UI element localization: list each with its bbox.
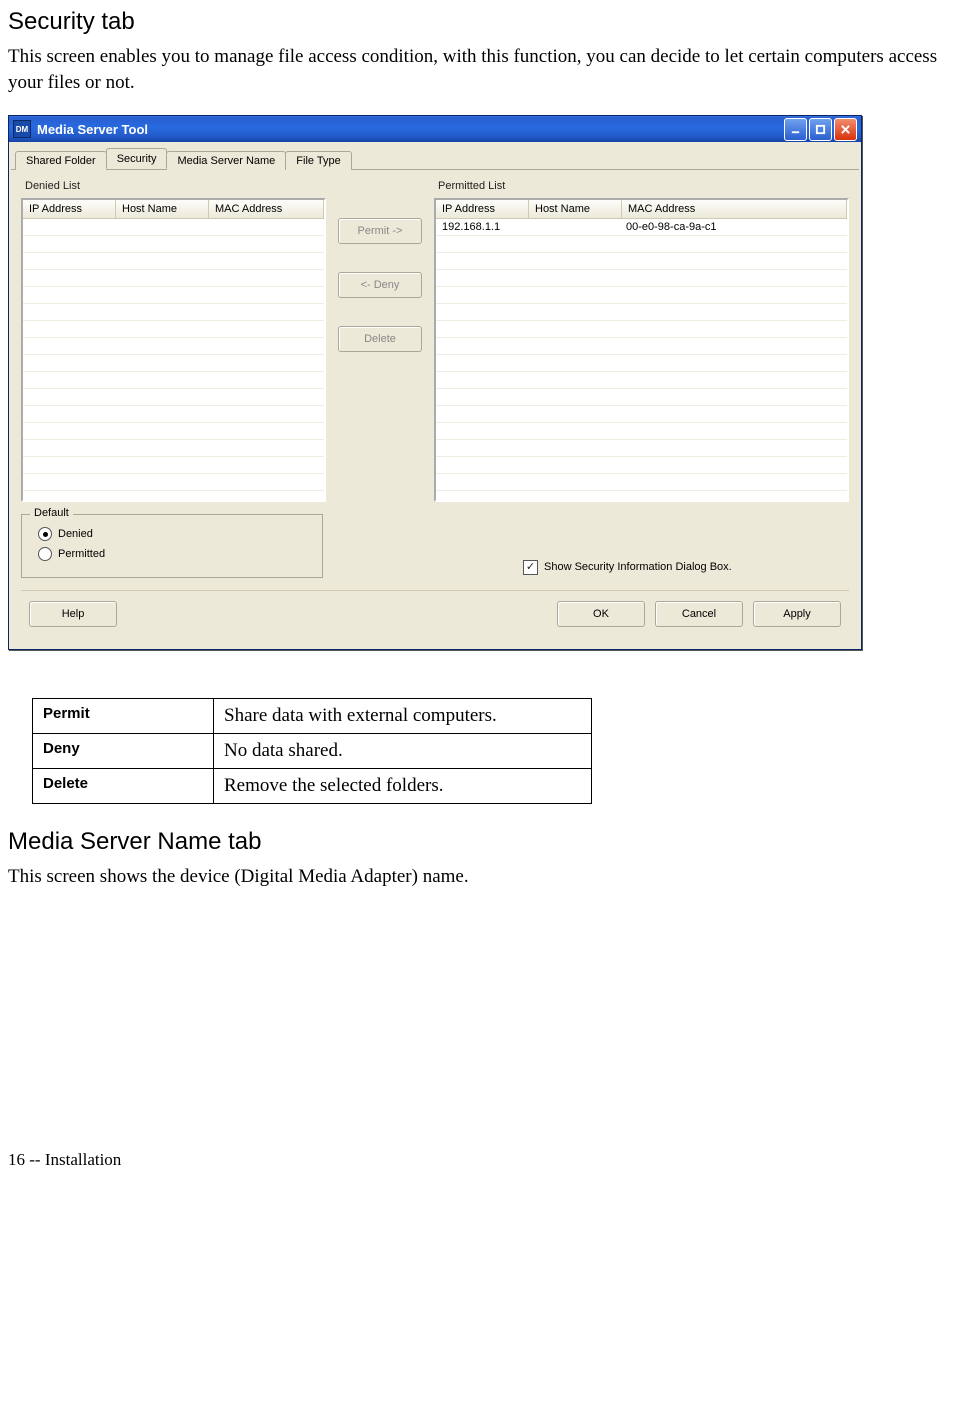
table-row[interactable] [23,253,324,270]
table-row[interactable] [436,457,847,474]
table-row[interactable] [23,389,324,406]
table-row[interactable] [436,338,847,355]
table-row[interactable] [436,321,847,338]
table-row[interactable] [23,338,324,355]
table-row[interactable] [23,270,324,287]
radio-permitted[interactable]: Permitted [38,547,312,561]
column-header-host[interactable]: Host Name [116,200,209,218]
tab-media-server-name[interactable]: Media Server Name [166,151,286,170]
column-header-mac[interactable]: MAC Address [622,200,847,218]
minimize-button[interactable] [784,118,807,141]
table-row[interactable] [23,457,324,474]
table-row[interactable] [23,423,324,440]
paragraph-security-intro: This screen enables you to manage file a… [8,44,960,95]
column-header-ip[interactable]: IP Address [23,200,116,218]
show-security-label: Show Security Information Dialog Box. [544,561,732,573]
default-groupbox: Default Denied Permitted [21,514,323,578]
definition-row: DenyNo data shared. [33,734,592,769]
radio-denied-label: Denied [58,528,93,540]
app-icon: DM [13,120,31,138]
definition-term: Deny [33,734,214,769]
table-row[interactable] [23,474,324,491]
close-button[interactable] [834,118,857,141]
tabstrip: Shared FolderSecurityMedia Server NameFi… [11,144,859,170]
tab-shared-folder[interactable]: Shared Folder [15,151,107,170]
denied-list-label: Denied List [25,180,326,192]
definition-description: No data shared. [214,734,592,769]
table-row[interactable] [436,270,847,287]
page-footer: 16 -- Installation [8,1150,960,1170]
deny-button[interactable]: <- Deny [338,272,422,298]
default-legend: Default [30,507,73,519]
titlebar: DM Media Server Tool [9,116,861,142]
definition-row: PermitShare data with external computers… [33,699,592,734]
ok-button[interactable]: OK [557,601,645,627]
table-row[interactable] [23,372,324,389]
table-row[interactable] [23,304,324,321]
table-row[interactable] [23,287,324,304]
radio-denied[interactable]: Denied [38,527,312,541]
definition-term: Delete [33,769,214,804]
table-row[interactable]: 192.168.1.100-e0-98-ca-9a-c1 [436,219,847,236]
table-row[interactable] [436,355,847,372]
permit-button[interactable]: Permit -> [338,218,422,244]
help-button[interactable]: Help [29,601,117,627]
column-header-mac[interactable]: MAC Address [209,200,324,218]
table-row[interactable] [23,440,324,457]
table-row[interactable] [23,406,324,423]
denied-listview[interactable]: IP Address Host Name MAC Address [21,198,326,502]
permitted-listview[interactable]: IP Address Host Name MAC Address 192.168… [434,198,849,502]
table-row[interactable] [436,287,847,304]
heading-security-tab: Security tab [8,8,960,36]
table-row[interactable] [23,321,324,338]
cancel-button[interactable]: Cancel [655,601,743,627]
heading-media-server-name-tab: Media Server Name tab [8,828,960,856]
table-row[interactable] [436,304,847,321]
permitted-list-label: Permitted List [438,180,849,192]
column-header-host[interactable]: Host Name [529,200,622,218]
definition-description: Share data with external computers. [214,699,592,734]
table-row[interactable] [23,219,324,236]
window-title: Media Server Tool [37,122,784,137]
table-row[interactable] [436,372,847,389]
table-row[interactable] [436,236,847,253]
tab-file-type[interactable]: File Type [285,151,351,170]
radio-permitted-label: Permitted [58,548,105,560]
table-row[interactable] [23,236,324,253]
definition-term: Permit [33,699,214,734]
column-header-ip[interactable]: IP Address [436,200,529,218]
apply-button[interactable]: Apply [753,601,841,627]
table-row[interactable] [436,389,847,406]
maximize-button[interactable] [809,118,832,141]
table-row[interactable] [436,423,847,440]
tab-security[interactable]: Security [106,148,168,169]
show-security-checkbox[interactable]: Show Security Information Dialog Box. [523,560,732,575]
app-window: DM Media Server Tool Shared FolderSecuri… [8,115,862,650]
table-row[interactable] [436,440,847,457]
definitions-table: PermitShare data with external computers… [32,698,592,804]
table-row[interactable] [436,253,847,270]
definition-row: DeleteRemove the selected folders. [33,769,592,804]
table-row[interactable] [436,406,847,423]
paragraph-media-server-name-intro: This screen shows the device (Digital Me… [8,864,960,890]
table-row[interactable] [23,355,324,372]
table-row[interactable] [436,474,847,491]
definition-description: Remove the selected folders. [214,769,592,804]
delete-button[interactable]: Delete [338,326,422,352]
